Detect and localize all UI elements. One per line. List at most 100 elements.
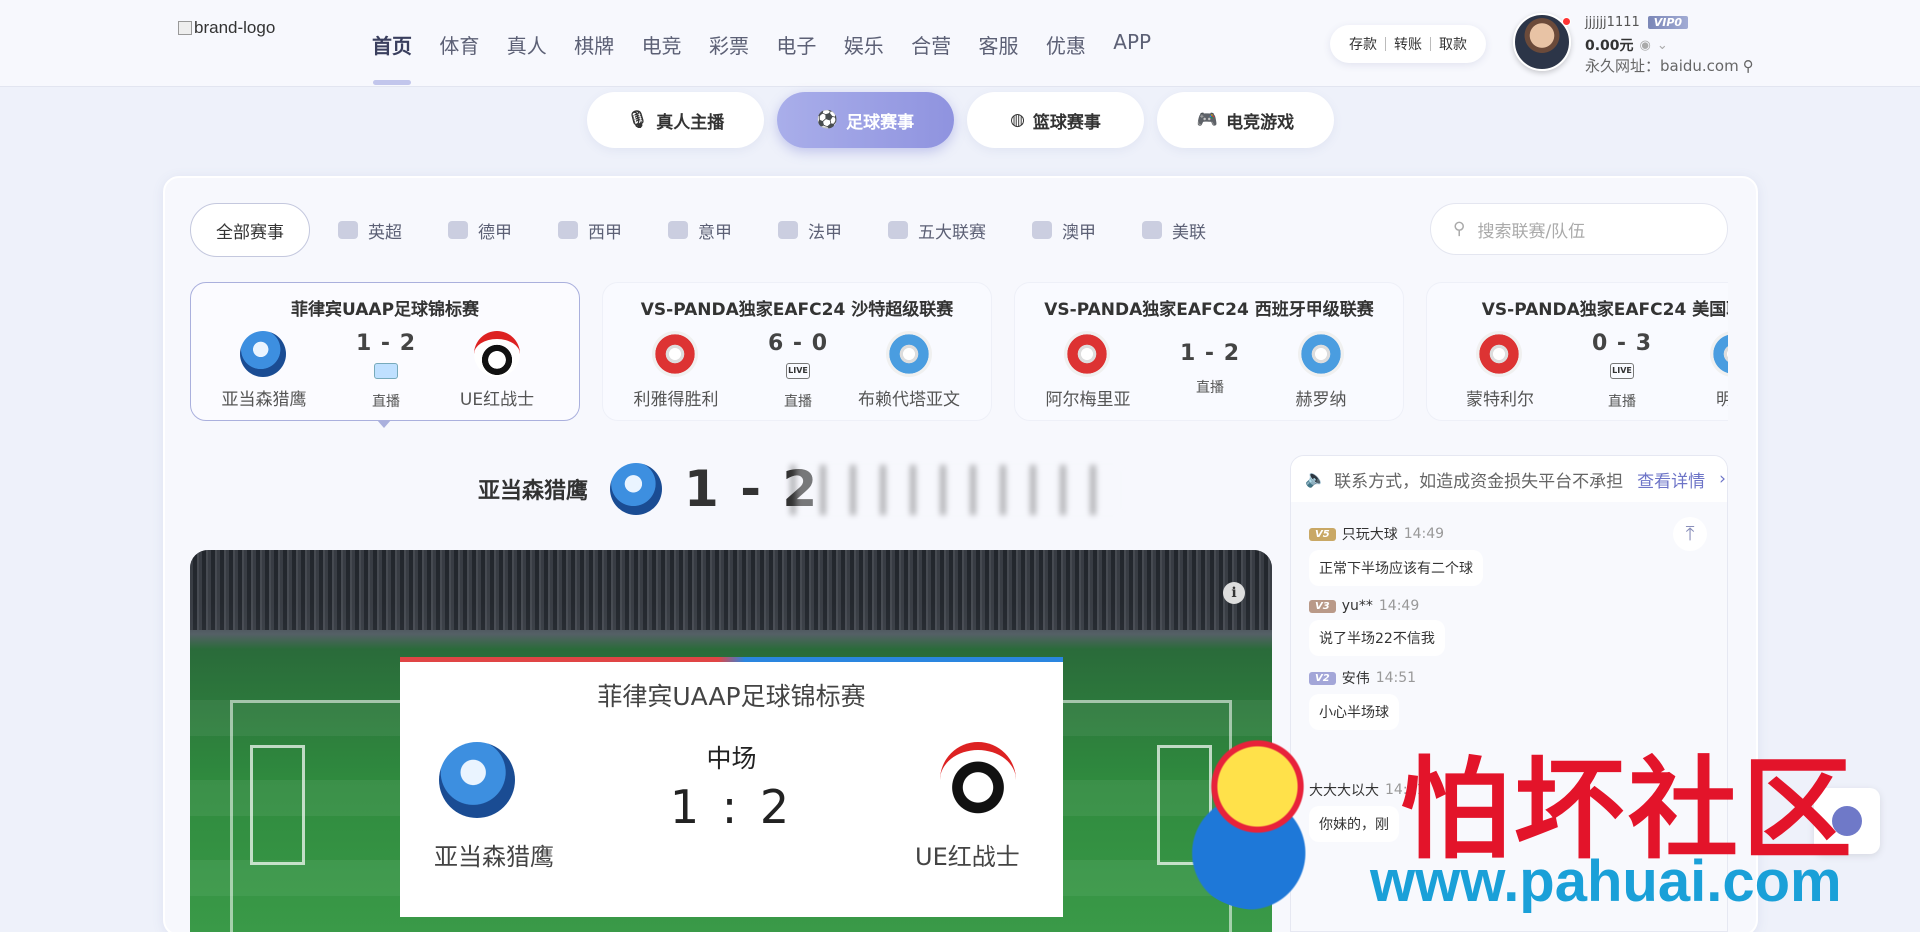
notification-dot [1562,17,1571,26]
level-badge: V3 [1309,599,1336,613]
league-all[interactable]: 全部赛事 [190,203,310,257]
nav-promotions[interactable]: 优惠 [1046,30,1113,59]
match-title: VS-PANDA独家EAFC24 西班牙甲级联赛 [1044,300,1374,320]
top5-leagues-icon [888,221,908,239]
scoreboard: 菲律宾UAAP足球锦标赛 中场 1 : 2 亚当森猎鹰 UE红战士 [400,657,1063,917]
floating-service-button[interactable] [1814,788,1880,854]
live-team-name: 亚当森猎鹰 [478,479,589,504]
live-icon: LIVE [786,363,810,379]
search-icon: ⚲ [1453,219,1466,239]
league-laliga[interactable]: 西甲 [558,218,622,243]
broken-image-icon [178,21,192,35]
chevron-down-icon[interactable]: ⌄ [1657,38,1668,53]
tab-live-host[interactable]: 🎙 真人主播 [587,92,764,148]
home-team-name: 阿尔梅里亚 [1045,390,1131,410]
match-score: 1 - 2 [1179,341,1241,366]
withdraw-button[interactable]: 取款 [1439,34,1467,54]
nav-esports[interactable]: 电竞 [642,30,709,59]
mls-icon [1142,221,1162,239]
service-icon [1832,806,1862,836]
match-card[interactable]: VS-PANDA独家EAFC24 美国职业 0 - 3 LIVE 直播 蒙特利尔… [1426,282,1728,421]
league-bundesliga[interactable]: 德甲 [448,218,512,243]
microphone-icon: 🎙 [626,110,649,130]
site-label: 永久网址：baidu.com [1585,57,1739,75]
nav-app[interactable]: APP [1113,30,1180,59]
a-league-icon [1032,221,1052,239]
stadium-crowd [190,550,1272,630]
tab-basketball[interactable]: ◍ 篮球赛事 [967,92,1144,148]
league-mls[interactable]: 美联 [1142,218,1206,243]
balance: 0.00元 ◉ ⌄ [1585,35,1668,55]
away-team-name: 赫罗纳 [1295,390,1347,410]
scroll-to-top-icon[interactable]: ⤒ [1673,517,1707,551]
chat-message: V5 只玩大球 14:49 正常下半场应该有二个球 [1309,524,1709,586]
nav-cards[interactable]: 棋牌 [574,30,641,59]
chat-user: 大大大以大 [1309,783,1379,799]
home-team-name: 亚当森猎鹰 [221,390,307,410]
nav-support[interactable]: 客服 [979,30,1046,59]
match-card[interactable]: VS-PANDA独家EAFC24 西班牙甲级联赛 1 - 2 直播 阿尔梅里亚 … [1014,282,1404,421]
league-epl[interactable]: 英超 [338,218,402,243]
match-title: 菲律宾UAAP足球锦标赛 [290,300,480,320]
nav-slots[interactable]: 电子 [776,30,843,59]
match-title: VS-PANDA独家EAFC24 美国职业 [1481,300,1728,320]
football-icon: ⚽ [816,110,839,130]
league-serie-a[interactable]: 意甲 [668,218,732,243]
bundesliga-icon [448,221,468,239]
chat-time: 14:51 [1375,670,1417,686]
chevron-right-icon[interactable]: › [1719,469,1726,489]
home-team-name: 利雅得胜利 [633,390,719,410]
user-info: jjjjjj1111 VIP0 [1585,15,1689,30]
goal-left [250,745,305,865]
premier-league-icon [338,221,358,239]
permanent-site: 永久网址：baidu.com ⚲ [1585,55,1754,76]
transfer-button[interactable]: 转账 [1394,34,1422,54]
brand-logo[interactable]: brand-logo [178,18,275,38]
live-team-logo [610,463,663,515]
divider [1430,37,1431,51]
chat-bubble: 你妹的，刚 [1309,806,1399,842]
tab-esports[interactable]: 🎮 电竞游戏 [1157,92,1334,148]
avatar[interactable] [1513,13,1571,71]
search-input[interactable]: ⚲ 搜索联赛/队伍 [1430,203,1728,255]
deposit-button[interactable]: 存款 [1349,34,1377,54]
view-details-link[interactable]: 查看详情 [1637,467,1705,492]
search-icon[interactable]: ⚲ [1743,57,1754,75]
vip-badge: VIP0 [1647,16,1689,29]
chat-user: 安伟 [1341,671,1370,687]
chat-bubble: 正常下半场应该有二个球 [1309,550,1483,586]
league-ligue1[interactable]: 法甲 [778,218,842,243]
home-team-logo [1476,331,1522,377]
league-top5[interactable]: 五大联赛 [888,218,986,243]
nav-lottery[interactable]: 彩票 [709,30,776,59]
chat-user: yu** [1341,598,1373,614]
away-team-name: UE红战士 [915,843,1020,871]
home-team-logo [652,331,698,377]
laliga-icon [558,221,578,239]
info-icon[interactable]: i [1223,582,1245,604]
top-bar: brand-logo 首页 体育 真人 棋牌 电竞 彩票 电子 娱乐 合营 客服… [0,0,1920,87]
away-team-name: 明尼 [1716,390,1728,410]
home-team-logo [240,331,286,377]
match-card[interactable]: 菲律宾UAAP足球锦标赛 1 - 2 直播 亚当森猎鹰 UE红战士 [190,282,580,421]
notice-bar: 🔈 联系方式，如造成资金损失平台不承担 查看详情 › [1291,456,1727,502]
basketball-icon: ◍ [1010,110,1025,130]
away-team-logo [940,742,1016,818]
nav-affiliate[interactable]: 合营 [911,30,978,59]
tab-football[interactable]: ⚽ 足球赛事 [777,92,954,148]
nav-live-casino[interactable]: 真人 [507,30,574,59]
away-team-logo [1710,331,1728,377]
match-card[interactable]: VS-PANDA独家EAFC24 沙特超级联赛 6 - 0 LIVE 直播 利雅… [602,282,992,421]
league-a-league[interactable]: 澳甲 [1032,218,1096,243]
eye-icon[interactable]: ◉ [1640,38,1651,53]
chat-user: 只玩大球 [1341,527,1398,543]
chat-time: 14:49 [1378,598,1420,614]
goal-right [1157,745,1212,865]
main-nav: 首页 体育 真人 棋牌 电竞 彩票 电子 娱乐 合营 客服 优惠 APP [372,30,1181,85]
chat-message: V2 安伟 14:51 小心半场球 [1309,668,1709,730]
nav-entertainment[interactable]: 娱乐 [844,30,911,59]
live-icon [374,363,398,379]
away-team-name: 布赖代塔亚文 [858,390,960,410]
nav-home[interactable]: 首页 [372,30,439,85]
nav-sports[interactable]: 体育 [439,30,506,59]
